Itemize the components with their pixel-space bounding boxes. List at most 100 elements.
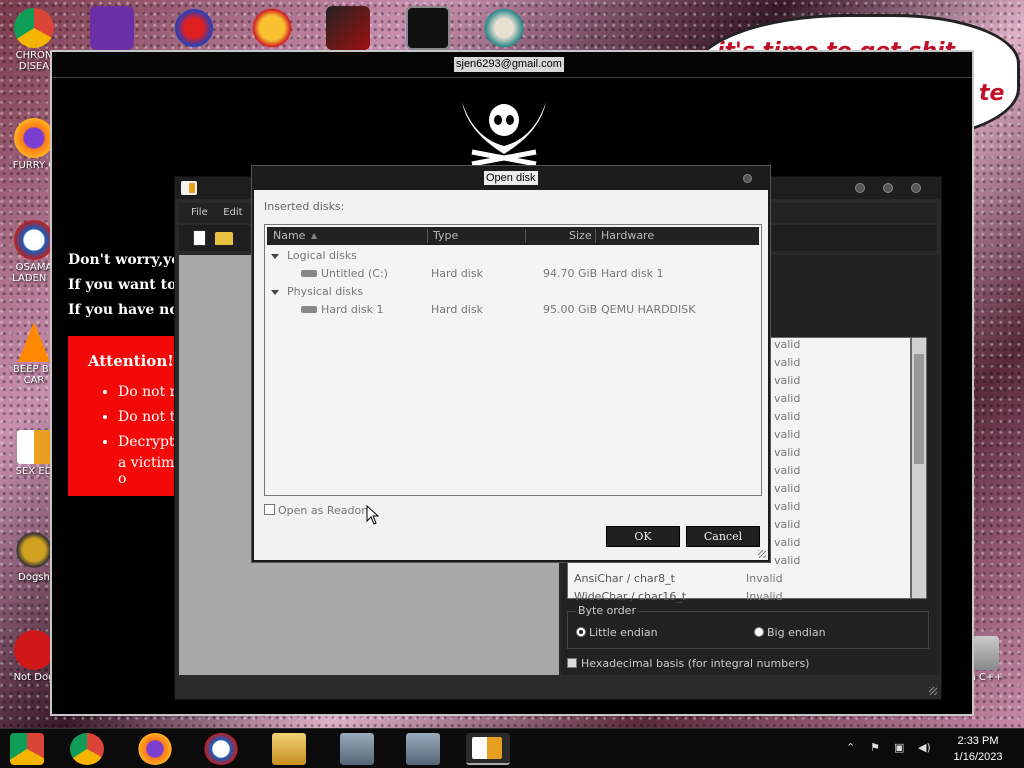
sort-asc-icon: ▲	[311, 231, 318, 240]
skull-crossbones-icon	[462, 102, 546, 166]
desktop-icon-label: CHRON DISEA	[15, 50, 53, 72]
column-type[interactable]: Type	[433, 229, 458, 242]
column-separator	[595, 229, 596, 243]
taskbar-firefox-icon[interactable]	[138, 733, 172, 765]
attention-item: Decryption	[118, 430, 180, 455]
byte-order-label: Byte order	[576, 604, 638, 617]
minimize-icon[interactable]	[855, 183, 865, 193]
dialog-close-icon[interactable]	[743, 174, 752, 183]
new-file-icon[interactable]	[193, 230, 206, 246]
attention-item-cont: a victim o	[118, 455, 175, 487]
tree-group-logical[interactable]: Logical disks	[267, 247, 759, 265]
byte-order-group: Byte order Little endian Big endian	[567, 604, 929, 649]
desktop-icon-label: Not Dog	[13, 672, 55, 683]
maximize-icon[interactable]	[883, 183, 893, 193]
mouse-cursor-icon	[366, 505, 380, 525]
attention-box: Attention! Do not re Do not tr Decryptio…	[68, 336, 180, 496]
attention-list: Do not re Do not tr Decryption	[88, 380, 180, 455]
tree-group-physical[interactable]: Physical disks	[267, 283, 759, 301]
little-endian-radio[interactable]: Little endian	[576, 626, 658, 639]
taskbar-clock[interactable]: 2:33 PM 1/16/2023	[942, 733, 1014, 765]
installer-icon[interactable]	[406, 733, 440, 765]
checkbox-icon	[567, 658, 577, 668]
tray-chevron-icon[interactable]: ⌃	[846, 741, 855, 754]
chrome-icon	[14, 8, 54, 48]
volume-icon[interactable]: ◀)	[918, 741, 931, 754]
ransom-line-3: If you have not	[68, 302, 186, 318]
radio-selected-icon	[576, 627, 586, 637]
dialog-title: Open disk	[484, 171, 538, 185]
attention-item: Do not re	[118, 380, 180, 405]
hxd-logo-icon	[181, 181, 197, 195]
ransom-titlebar[interactable]: sjen6293@gmail.com	[52, 52, 972, 78]
devcpp-icon	[14, 630, 54, 670]
open-folder-icon[interactable]	[215, 232, 233, 245]
menu-file[interactable]: File	[191, 207, 208, 218]
resize-grip[interactable]	[758, 550, 766, 558]
installer-icon[interactable]	[340, 733, 374, 765]
cmd-icon[interactable]	[406, 6, 450, 50]
disk-row-untitled-c[interactable]: Untitled (C:) Hard disk 94.70 GiB Hard d…	[267, 265, 759, 283]
file-explorer-icon[interactable]	[272, 733, 306, 765]
game-2-icon[interactable]	[172, 6, 216, 50]
disk-row-hard-disk-1[interactable]: Hard disk 1 Hard disk 95.00 GiB QEMU HAR…	[267, 301, 759, 319]
close-icon[interactable]	[911, 183, 921, 193]
dialog-titlebar[interactable]: Open disk	[254, 168, 768, 190]
hard-disk-icon	[301, 306, 317, 313]
vlc-icon	[18, 322, 50, 362]
open-disk-dialog: Open disk Inserted disks: Name ▲ Type Si…	[252, 166, 770, 562]
menu-edit[interactable]: Edit	[223, 207, 242, 218]
taskbar-obama-icon[interactable]	[204, 733, 238, 765]
cancel-button[interactable]: Cancel	[686, 526, 760, 547]
hex-basis-checkbox[interactable]: Hexadecimal basis (for integral numbers)	[567, 657, 809, 670]
desktop-icon-label: BEEP BE CAR	[13, 364, 55, 386]
hxd-icon	[472, 737, 502, 759]
big-endian-radio[interactable]: Big endian	[754, 626, 826, 639]
disk-list-header: Name ▲ Type Size Hardware	[267, 227, 759, 245]
network-icon[interactable]: ▣	[894, 741, 904, 754]
dogshell-icon	[14, 530, 54, 570]
clock-time: 2:33 PM	[957, 735, 999, 747]
scrollbar-thumb[interactable]	[914, 354, 924, 464]
expand-arrow-icon[interactable]	[271, 290, 279, 295]
desktop-icon-label: Dogsh	[18, 572, 50, 583]
hard-disk-icon	[301, 270, 317, 277]
column-separator	[525, 229, 526, 243]
ransom-line-2: If you want to	[68, 277, 177, 293]
speech-bubble-text-2: te	[979, 81, 1005, 106]
expand-arrow-icon[interactable]	[271, 254, 279, 259]
attention-title: Attention!	[88, 352, 174, 370]
column-size[interactable]: Size	[569, 229, 592, 242]
inspector-row-ansichar: AnsiChar / char8_t Invalid	[574, 572, 783, 585]
resize-grip[interactable]	[929, 687, 937, 695]
open-readonly-checkbox[interactable]: Open as Readon	[264, 504, 368, 517]
ransom-line-1: Don't worry,yo	[68, 252, 181, 268]
obama-icon	[14, 220, 54, 260]
recycle-bin-icon	[973, 636, 999, 670]
taskbar: ⌃ ⚑ ▣ ◀) 2:33 PM 1/16/2023	[0, 728, 1024, 768]
p-game-icon[interactable]	[250, 6, 294, 50]
desktop-icon-label: SEX ED	[15, 466, 53, 477]
column-hardware[interactable]: Hardware	[601, 229, 654, 242]
hxd-icon	[17, 430, 51, 464]
taskbar-chrome-icon[interactable]	[70, 733, 104, 765]
taskbar-hxd-icon[interactable]	[466, 733, 510, 765]
checkbox-icon	[264, 504, 275, 515]
radio-icon	[754, 627, 764, 637]
desktop-icon-label: FURRY C	[12, 160, 56, 171]
mascot-icon[interactable]	[482, 6, 526, 50]
flag-icon[interactable]: ⚑	[870, 741, 880, 754]
start-chrome-icon[interactable]	[10, 733, 44, 765]
desktop-icon-label: n C++	[969, 672, 1003, 683]
clock-date: 1/16/2023	[953, 751, 1003, 763]
attention-item: Do not tr	[118, 405, 180, 430]
inspector-scrollbar[interactable]	[911, 337, 927, 599]
red-logo-icon[interactable]	[326, 6, 370, 50]
column-name[interactable]: Name	[273, 229, 305, 242]
column-separator	[427, 229, 428, 243]
visual-studio-icon[interactable]	[90, 6, 134, 50]
ok-button[interactable]: OK	[606, 526, 680, 547]
disk-list[interactable]: Name ▲ Type Size Hardware Logical disks …	[264, 224, 762, 496]
inserted-disks-label: Inserted disks:	[264, 200, 345, 213]
firefox-icon	[14, 118, 54, 158]
